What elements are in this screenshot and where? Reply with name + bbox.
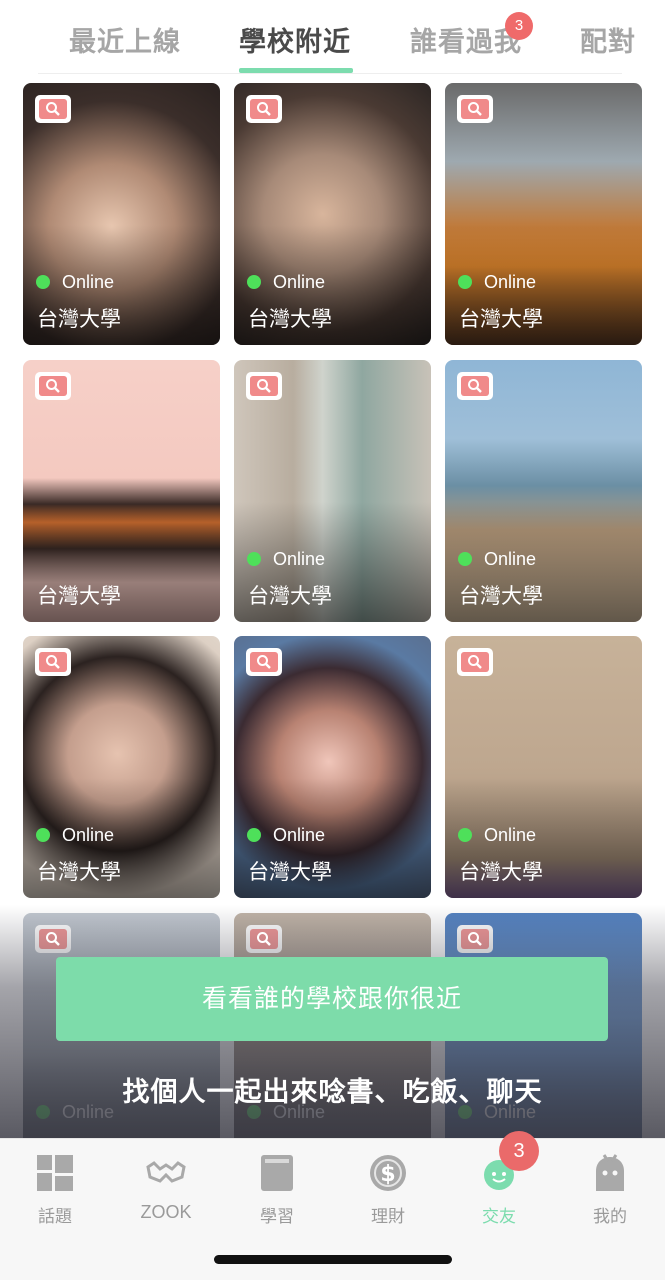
- nav-topics[interactable]: 話題: [5, 1153, 105, 1233]
- online-status: Online: [36, 825, 114, 846]
- dollar-coin-icon: $: [370, 1155, 406, 1191]
- online-dot: [247, 275, 261, 289]
- online-dot: [36, 275, 50, 289]
- nav-topics-label: 話題: [38, 1207, 72, 1227]
- online-status: Online: [36, 272, 114, 293]
- school-name: 台灣大學: [459, 584, 543, 608]
- top-tab-bar: 最近上線 學校附近 誰看過我 配對 3: [0, 0, 665, 76]
- online-dot: [458, 828, 472, 842]
- promo-subtitle: 找個人一起出來唸書、吃飯、聊天: [122, 1077, 543, 1108]
- online-label: Online: [484, 549, 537, 569]
- online-status: Online: [458, 549, 536, 570]
- online-label: Online: [484, 272, 537, 292]
- profile-card[interactable]: 台灣大學: [23, 360, 220, 622]
- online-label: Online: [62, 272, 115, 292]
- book-icon: [261, 1155, 293, 1191]
- search-tag-icon: [246, 648, 282, 676]
- nav-learning-label: 學習: [260, 1207, 294, 1227]
- profile-card[interactable]: Online 台灣大學: [445, 360, 642, 622]
- school-name: 台灣大學: [37, 860, 121, 884]
- who-viewed-me-badge: 3: [505, 12, 533, 40]
- search-tag-icon: [35, 372, 71, 400]
- online-status: Online: [458, 825, 536, 846]
- profile-card[interactable]: Online 台灣大學: [23, 636, 220, 898]
- school-name: 台灣大學: [248, 860, 332, 884]
- nav-finance[interactable]: $ 理財: [338, 1153, 438, 1233]
- online-label: Online: [273, 272, 326, 292]
- glasses-icon: [146, 1161, 186, 1183]
- nav-friends-label: 交友: [482, 1207, 516, 1227]
- nav-zook[interactable]: ZOOK: [116, 1153, 216, 1233]
- school-name: 台灣大學: [459, 307, 543, 331]
- online-status: Online: [458, 272, 536, 293]
- school-name: 台灣大學: [459, 860, 543, 884]
- online-dot: [36, 828, 50, 842]
- nav-learning[interactable]: 學習: [227, 1153, 327, 1233]
- profile-card[interactable]: Online 台灣大學: [23, 83, 220, 345]
- profile-card[interactable]: Online 台灣大學: [234, 360, 431, 622]
- online-status: Online: [247, 549, 325, 570]
- online-dot: [458, 552, 472, 566]
- search-tag-icon: [246, 95, 282, 123]
- search-tag-icon: [457, 648, 493, 676]
- online-label: Online: [273, 549, 326, 569]
- home-indicator: [214, 1255, 452, 1264]
- school-name: 台灣大學: [248, 307, 332, 331]
- search-tag-icon: [457, 372, 493, 400]
- profile-card[interactable]: Online 台灣大學: [445, 636, 642, 898]
- nav-friends[interactable]: 交友: [449, 1153, 549, 1233]
- search-tag-icon: [35, 95, 71, 123]
- school-name: 台灣大學: [248, 584, 332, 608]
- see-nearby-schools-button[interactable]: 看看誰的學校跟你很近: [56, 957, 608, 1041]
- search-tag-icon: [457, 95, 493, 123]
- profile-card[interactable]: Online 台灣大學: [234, 83, 431, 345]
- search-tag-icon: [35, 648, 71, 676]
- tab-near-school[interactable]: 學校附近: [239, 20, 351, 60]
- tab-recently-online[interactable]: 最近上線: [69, 20, 181, 60]
- nav-me-label: 我的: [593, 1207, 627, 1227]
- friends-badge: 3: [499, 1131, 539, 1171]
- profile-card[interactable]: Online 台灣大學: [234, 636, 431, 898]
- online-status: Online: [247, 272, 325, 293]
- svg-text:$: $: [380, 1162, 395, 1187]
- top-divider: [38, 73, 622, 74]
- profile-card[interactable]: Online 台灣大學: [445, 83, 642, 345]
- search-tag-icon: [246, 372, 282, 400]
- nav-finance-label: 理財: [371, 1207, 405, 1227]
- school-name: 台灣大學: [37, 584, 121, 608]
- online-dot: [247, 552, 261, 566]
- online-dot: [458, 275, 472, 289]
- online-dot: [247, 828, 261, 842]
- online-label: Online: [62, 825, 115, 845]
- online-label: Online: [484, 825, 537, 845]
- nav-me[interactable]: 我的: [560, 1153, 660, 1233]
- grid-icon: [37, 1155, 73, 1191]
- ghost-icon: [596, 1154, 624, 1191]
- school-name: 台灣大學: [37, 307, 121, 331]
- tab-match[interactable]: 配對: [580, 20, 636, 60]
- online-label: Online: [273, 825, 326, 845]
- nav-zook-label: ZOOK: [140, 1202, 192, 1222]
- online-status: Online: [247, 825, 325, 846]
